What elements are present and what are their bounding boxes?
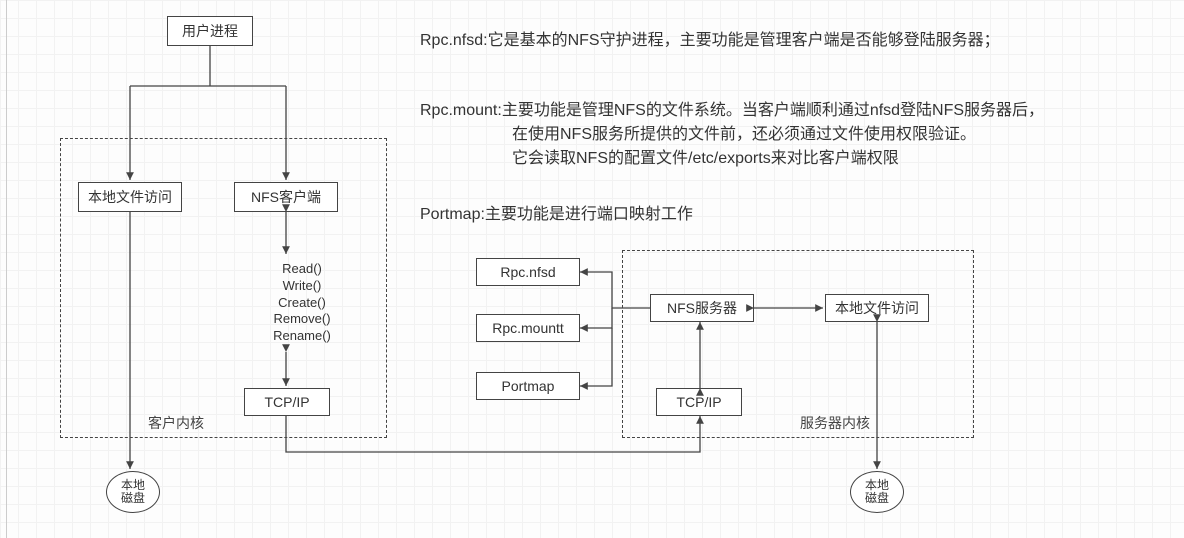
arrows-layer bbox=[0, 0, 1184, 538]
diagram-canvas: Rpc.nfsd:它是基本的NFS守护进程，主要功能是管理客户端是否能够登陆服务… bbox=[0, 0, 1184, 538]
